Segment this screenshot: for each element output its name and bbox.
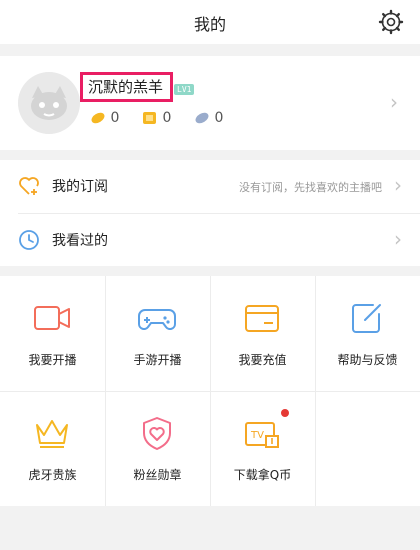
grid-item-label: 我要充值 [238,353,287,367]
grid-item-label: 下载拿Q币 [233,468,292,482]
stat-silver-beans[interactable]: 0 [194,110,223,126]
default-avatar-icon [18,72,80,134]
coupon-icon [143,112,156,124]
grid-item-start-live[interactable]: 我要开播 [0,276,105,391]
avatar[interactable] [18,72,80,134]
silver-bean-icon [195,112,209,124]
grid-item-label: 手游开播 [133,353,182,367]
page-title: 我的 [193,15,226,34]
username[interactable]: 沉默的羔羊 [88,76,163,98]
level-badge: LV1 [174,84,195,95]
video-camera-icon [34,306,70,330]
crown-icon [36,420,68,448]
list-item-hint: 没有订阅，先找喜欢的主播吧 [239,181,382,194]
grid-item-mobile-game-live[interactable]: 手游开播 [105,276,210,391]
profile-card[interactable] [0,56,420,150]
gamepad-icon [138,309,176,330]
list-item-history[interactable]: 我看过的 › [0,214,420,267]
edit-icon [352,304,381,333]
chevron-right-icon: › [394,173,402,197]
grid-item-label: 帮助与反馈 [337,353,398,367]
clock-icon [19,230,39,250]
menu-list: 我的订阅 没有订阅，先找喜欢的主播吧 › 我看过的 › [0,160,420,266]
stat-coupons[interactable]: 0 [142,110,171,126]
top-bar: 我的 [0,0,420,44]
stat-value: 0 [110,110,120,126]
list-item-subscriptions[interactable]: 我的订阅 没有订阅，先找喜欢的主播吧 › [0,160,420,214]
grid-item-label: 我要开播 [28,353,77,367]
heart-plus-icon [19,177,39,195]
grid-item-help-feedback[interactable]: 帮助与反馈 [315,276,420,391]
grid-item-label: 粉丝勋章 [133,468,182,482]
stat-beans[interactable]: 0 [90,110,119,126]
grid-item-label: 虎牙贵族 [28,468,77,482]
stat-value: 0 [162,110,172,126]
tv-download-icon: TV [245,422,279,448]
bean-icon [91,112,105,124]
grid-item-fan-badge[interactable]: 粉丝勋章 [105,391,210,506]
grid-item-download-qcoin[interactable]: TV 下载拿Q币 [210,391,315,506]
settings-gear-icon[interactable] [378,9,404,35]
notification-dot-icon [281,409,289,417]
svg-text:TV: TV [250,430,264,441]
grid-item-recharge[interactable]: 我要充值 [210,276,315,391]
wallet-icon [245,305,279,332]
stat-value: 0 [214,110,224,126]
chevron-right-icon: › [390,90,398,114]
list-item-label: 我的订阅 [52,179,108,195]
feature-grid: 我要开播 手游开播 我要充值 帮助与反馈 虎牙贵族 粉丝勋章 TV 下载拿Q币 [0,276,420,506]
list-item-label: 我看过的 [52,233,108,249]
heart-shield-icon [143,417,171,450]
grid-item-nobility[interactable]: 虎牙贵族 [0,391,105,506]
chevron-right-icon: › [394,227,402,251]
